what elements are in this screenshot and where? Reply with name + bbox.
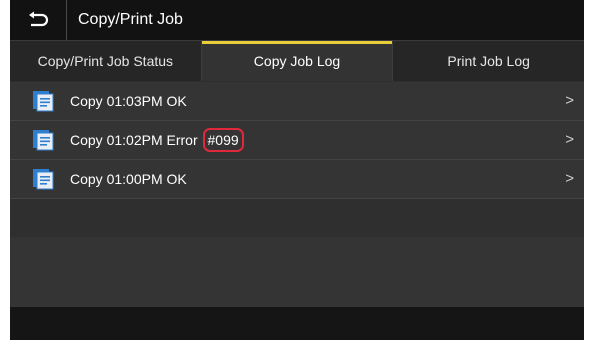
job-log-text: Copy 01:03PM OK xyxy=(70,93,187,109)
tab-copy-print-job-status[interactable]: Copy/Print Job Status xyxy=(10,41,202,81)
tab-print-job-log[interactable]: Print Job Log xyxy=(393,41,584,81)
page-title: Copy/Print Job xyxy=(78,11,183,28)
tab-bar: Copy/Print Job Status Copy Job Log Print… xyxy=(10,41,584,81)
tab-copy-job-log[interactable]: Copy Job Log xyxy=(201,41,394,81)
job-log-row[interactable]: Copy 01:03PM OK > xyxy=(10,82,584,121)
empty-list-area xyxy=(10,237,584,307)
copy-document-icon xyxy=(33,130,54,151)
header-bar: Copy/Print Job xyxy=(10,0,584,41)
job-log-text: Copy 01:02PM Error #099 xyxy=(70,128,244,152)
job-log-row[interactable]: Copy 01:00PM OK > xyxy=(10,160,584,199)
back-arrow-icon xyxy=(29,11,49,27)
job-log-label: Copy 01:02PM Error xyxy=(70,132,202,148)
error-code-badge: #099 xyxy=(202,128,244,152)
chevron-right-icon: > xyxy=(565,131,574,148)
footer-bar xyxy=(10,307,584,340)
chevron-right-icon: > xyxy=(565,92,574,109)
job-log-text: Copy 01:00PM OK xyxy=(70,171,187,187)
job-log-list: Copy 01:03PM OK > Copy 01:02PM Error #09… xyxy=(10,82,584,199)
job-log-row[interactable]: Copy 01:02PM Error #099 > xyxy=(10,121,584,160)
copy-document-icon xyxy=(33,91,54,112)
copy-document-icon xyxy=(33,169,54,190)
device-screen: Copy/Print Job Copy/Print Job Status Cop… xyxy=(10,0,584,340)
chevron-right-icon: > xyxy=(565,170,574,187)
back-button[interactable] xyxy=(10,0,67,40)
